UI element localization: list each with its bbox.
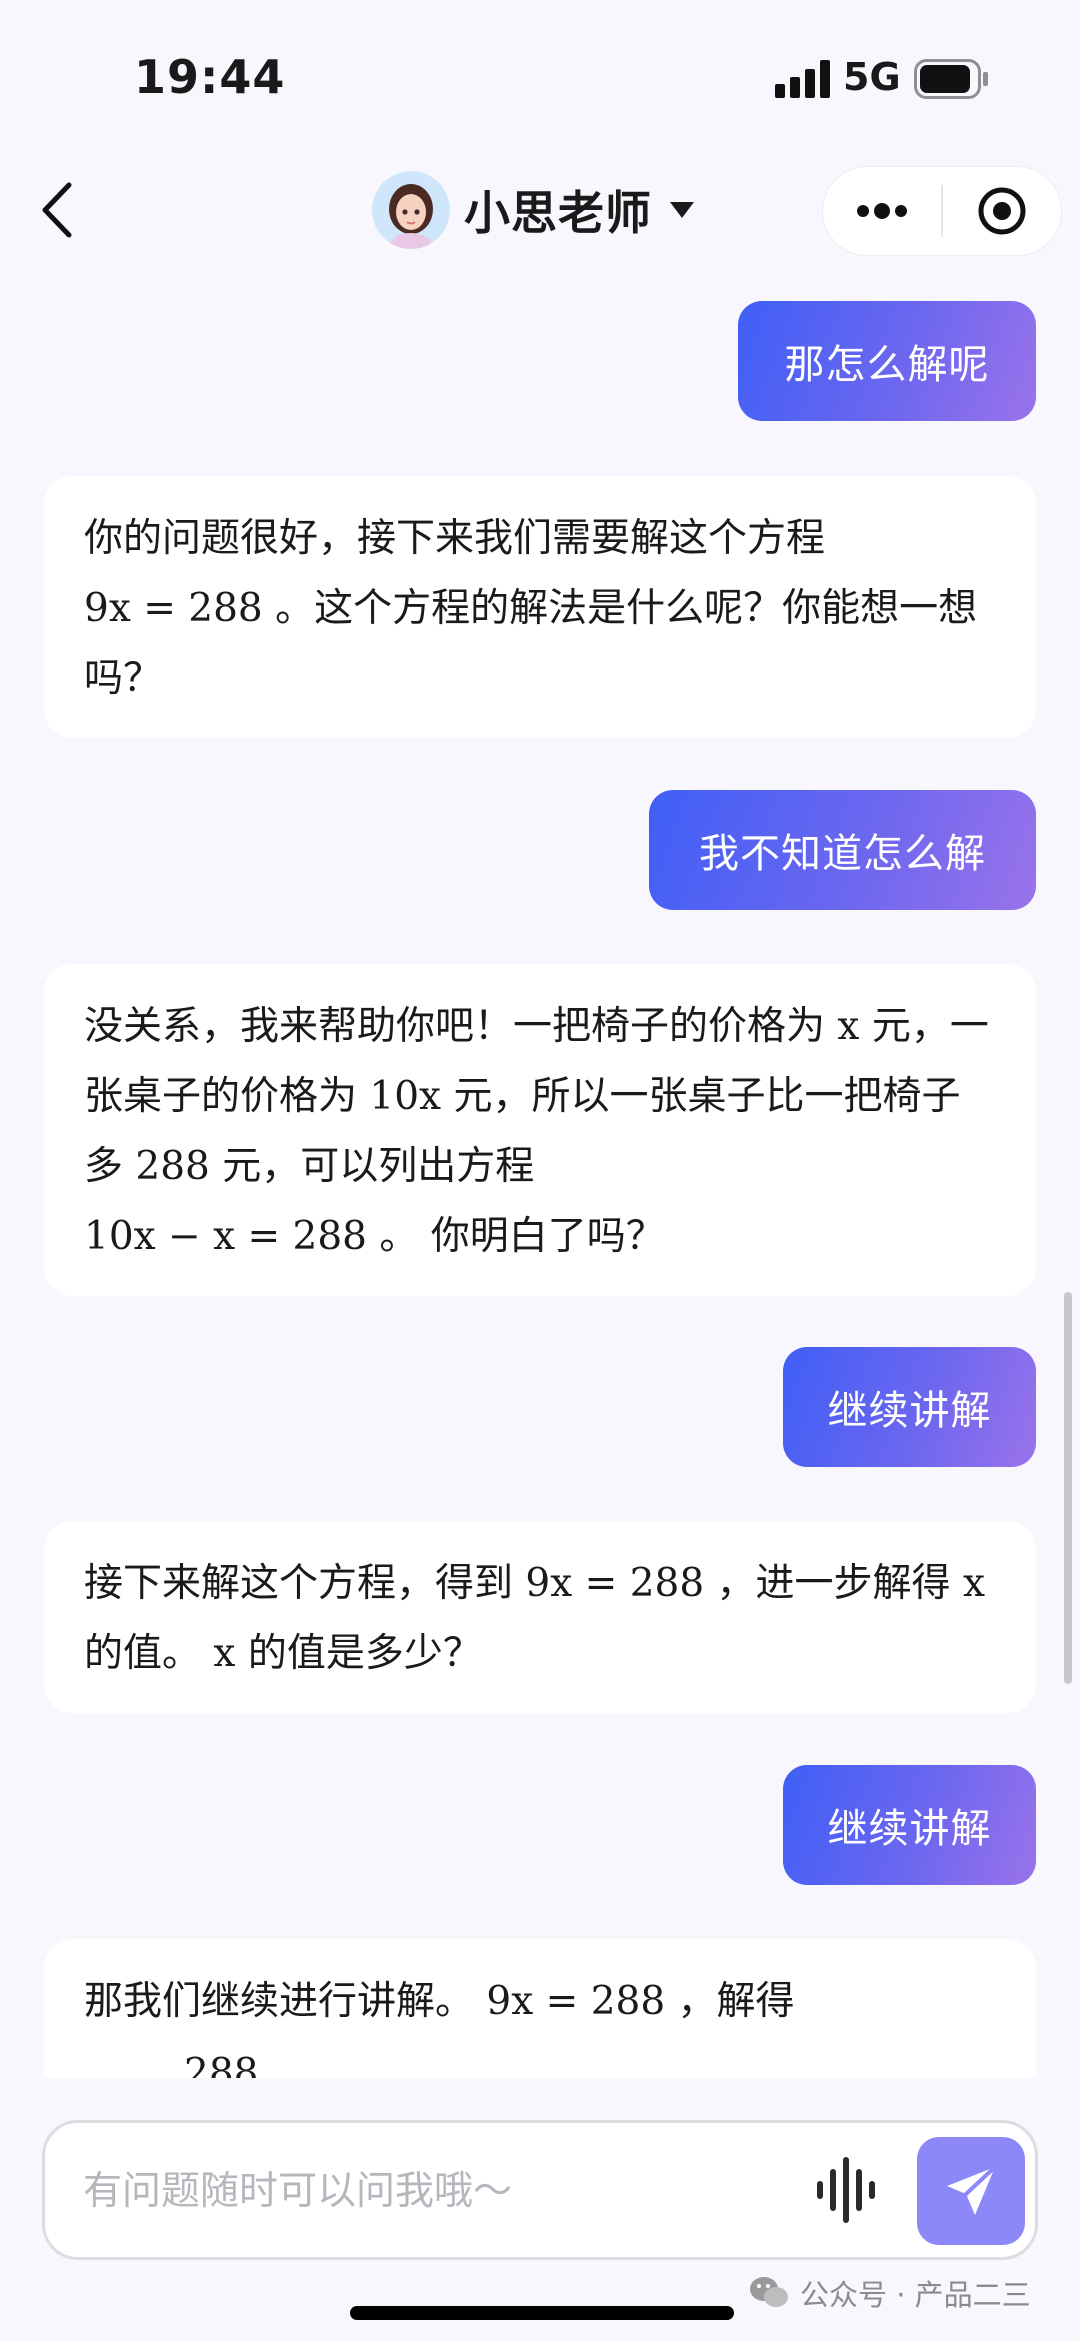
send-button[interactable]	[917, 2137, 1025, 2245]
caret-down-icon	[670, 202, 694, 218]
teacher-avatar	[372, 171, 450, 249]
message-text: 我不知道怎么解	[699, 831, 986, 877]
math-expression: 288	[135, 1144, 210, 1189]
assistant-message[interactable]: 那我们继续进行讲解。 9x = 288 ，解得 288	[44, 1939, 1036, 2078]
math-fraction: 288	[184, 2050, 259, 2078]
chat-scrollbar[interactable]	[1064, 1292, 1072, 1684]
assistant-message[interactable]: 接下来解这个方程，得到 9x = 288 ，进一步解得 x 的值。 x 的值是多…	[44, 1521, 1036, 1713]
chat-message-list[interactable]: 那怎么解呢 你的问题很好，接下来我们需要解这个方程 9x = 288 。这个方程的…	[0, 270, 1080, 2078]
more-button[interactable]	[823, 167, 941, 255]
close-program-button[interactable]	[943, 167, 1061, 255]
math-expression: x	[962, 1561, 985, 1606]
user-message[interactable]: 我不知道怎么解	[649, 790, 1036, 910]
chat-input-bar	[42, 2120, 1038, 2260]
fraction-numerator: 288	[184, 2050, 259, 2078]
more-dots-icon	[857, 203, 907, 219]
message-text: 的值是多少？	[247, 1631, 482, 1676]
math-expression: 10x − x = 288	[84, 1214, 367, 1259]
math-expression: 9x = 288	[84, 586, 263, 631]
message-text: 那我们继续进行讲解。	[84, 1979, 475, 2024]
chevron-left-icon	[42, 182, 72, 238]
user-message[interactable]: 那怎么解呢	[738, 301, 1036, 421]
title-switcher[interactable]: 小思老师	[372, 168, 696, 252]
assistant-message[interactable]: 没关系，我来帮助你吧！一把椅子的价格为 x 元，一张桌子的价格为 10x 元，所…	[44, 964, 1036, 1296]
send-plane-icon	[947, 2165, 997, 2215]
watermark: 公众号 · 产品二三	[748, 2270, 1031, 2316]
math-expression: 9x = 288	[486, 1979, 666, 2024]
back-button[interactable]	[22, 175, 92, 245]
message-text: ，解得	[677, 1979, 795, 2024]
wechat-icon	[750, 2277, 788, 2307]
user-message[interactable]: 继续讲解	[783, 1347, 1036, 1467]
status-bar: 19:44 5G	[0, 0, 1080, 150]
battery-icon	[914, 59, 988, 99]
status-time: 19:44	[134, 50, 286, 104]
network-label: 5G	[843, 55, 901, 99]
message-text: 元，可以列出方程	[222, 1144, 535, 1189]
math-expression: x	[213, 1631, 236, 1676]
message-text: 你的问题很好，接下来我们需要解这个方程	[84, 516, 826, 561]
signal-icon	[775, 60, 830, 98]
watermark-text: 公众号 · 产品二三	[800, 2278, 1031, 2312]
voice-waveform-icon[interactable]	[815, 2155, 881, 2225]
target-circle-icon	[978, 187, 1026, 235]
mini-program-capsule	[822, 166, 1062, 256]
chat-input[interactable]	[83, 2161, 803, 2221]
message-text: ，进一步解得	[716, 1561, 951, 1606]
page-title: 小思老师	[464, 186, 652, 240]
math-expression: 10x	[369, 1074, 442, 1119]
home-indicator	[350, 2306, 734, 2320]
message-text: 没关系，我来帮助你吧！一把椅子的价格为	[84, 1004, 826, 1049]
user-message[interactable]: 继续讲解	[783, 1765, 1036, 1885]
message-text: 那怎么解呢	[784, 342, 990, 388]
message-text: 的值。	[84, 1631, 202, 1676]
message-text: 继续讲解	[827, 1388, 992, 1434]
message-text: 继续讲解	[827, 1806, 992, 1852]
message-text: 接下来解这个方程，得到	[84, 1561, 514, 1606]
nav-header: 小思老师	[0, 150, 1080, 270]
math-expression: x	[837, 1004, 860, 1049]
message-text: 。 你明白了吗？	[379, 1214, 665, 1259]
assistant-message[interactable]: 你的问题很好，接下来我们需要解这个方程 9x = 288 。这个方程的解法是什么呢…	[44, 476, 1036, 738]
math-expression: 9x = 288	[525, 1561, 705, 1606]
